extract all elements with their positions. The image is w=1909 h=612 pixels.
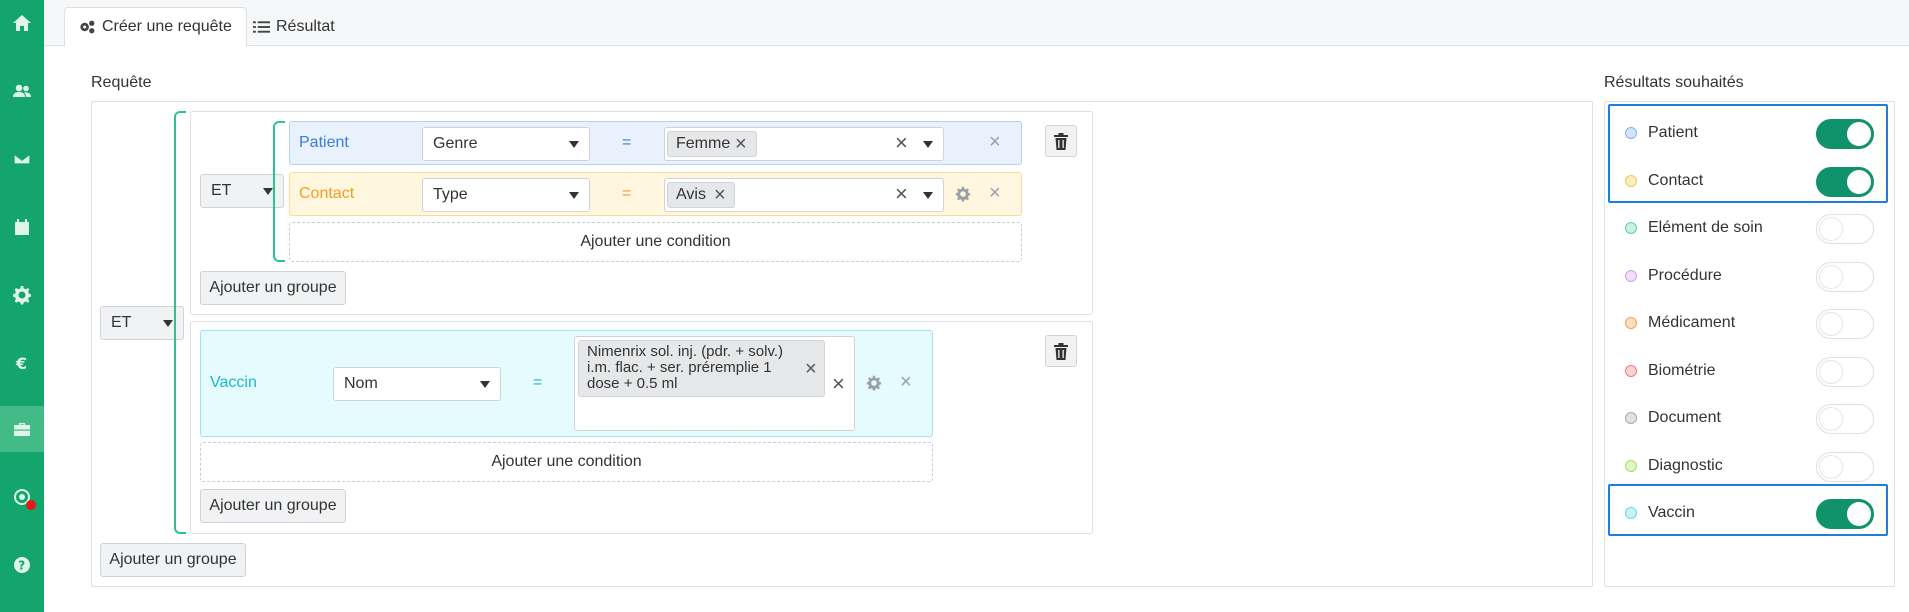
entity-color-dot — [1625, 317, 1637, 329]
condition-settings-icon[interactable] — [955, 186, 971, 202]
entity-color-dot — [1625, 459, 1637, 472]
toggle-knob — [1819, 217, 1843, 241]
root-bracket — [174, 111, 186, 534]
result-label: Médicament — [1648, 314, 1736, 331]
remove-condition-icon[interactable]: × — [989, 183, 1001, 203]
result-row: Diagnostic — [1607, 443, 1877, 489]
entity-color-dot — [1625, 269, 1637, 282]
entity-color-dot — [1625, 412, 1637, 424]
sidebar: € ? — [0, 0, 44, 612]
value-chip: Femme × — [667, 131, 757, 157]
result-row: Médicament — [1607, 300, 1877, 346]
clear-values-icon[interactable]: × — [895, 183, 908, 205]
operator-equals: = — [533, 374, 543, 391]
condition-entity: Contact — [299, 185, 355, 202]
gears-icon — [80, 20, 95, 34]
result-toggle[interactable] — [1816, 309, 1874, 339]
delete-group-button[interactable] — [1045, 125, 1077, 157]
highlight-box — [1608, 484, 1888, 536]
result-row: Elément de soin — [1607, 205, 1877, 251]
entity-color-dot — [1625, 222, 1637, 234]
envelope-icon[interactable] — [0, 136, 44, 182]
add-condition-button[interactable]: Ajouter une condition — [200, 442, 933, 482]
values-dropdown-caret[interactable] — [923, 141, 933, 148]
tab-label: Créer une requête — [102, 18, 232, 35]
result-label: Document — [1648, 409, 1721, 426]
add-root-group-button[interactable]: Ajouter un groupe — [100, 543, 246, 577]
root-operator-select[interactable]: ET — [100, 306, 184, 340]
condition-settings-icon[interactable] — [866, 375, 882, 391]
toggle-knob — [1819, 454, 1843, 479]
calendar-icon[interactable] — [0, 204, 44, 250]
svg-text:?: ? — [18, 559, 25, 573]
svg-text:€: € — [15, 354, 27, 373]
results-label: Résultats souhaités — [1604, 74, 1744, 91]
result-toggle[interactable] — [1816, 451, 1874, 482]
highlight-box — [1608, 104, 1888, 203]
delete-group-button[interactable] — [1045, 335, 1077, 367]
toggle-knob — [1819, 312, 1843, 336]
trash-icon — [1054, 132, 1068, 150]
toggle-knob — [1819, 264, 1843, 289]
toggle-knob — [1819, 359, 1843, 384]
condition-entity: Vaccin — [210, 374, 257, 391]
value-chip: Avis × — [667, 182, 735, 208]
field-select[interactable]: Genre — [422, 127, 590, 161]
help-icon[interactable]: ? — [0, 542, 44, 588]
field-select[interactable]: Nom — [333, 367, 501, 401]
clear-values-icon[interactable]: × — [895, 132, 908, 154]
result-label: Elément de soin — [1648, 219, 1763, 236]
remove-condition-icon[interactable]: × — [900, 372, 912, 392]
euro-icon[interactable]: € — [0, 340, 44, 386]
home-icon[interactable] — [0, 0, 44, 46]
field-select[interactable]: Type — [422, 178, 590, 212]
result-toggle[interactable] — [1816, 261, 1874, 292]
group-1-operator-select[interactable]: ET — [200, 174, 284, 208]
result-label: Biométrie — [1648, 361, 1716, 379]
group-1-bracket — [273, 121, 285, 262]
remove-condition-icon[interactable]: × — [989, 132, 1001, 152]
result-toggle[interactable] — [1816, 356, 1874, 387]
medkit-icon[interactable] — [0, 406, 44, 452]
result-row: Biométrie — [1607, 348, 1877, 394]
result-label: Procédure — [1648, 266, 1722, 284]
clear-values-icon[interactable]: × — [832, 373, 845, 395]
entity-color-dot — [1625, 364, 1637, 377]
remove-chip-icon[interactable]: × — [735, 134, 747, 154]
support-icon[interactable] — [0, 474, 44, 520]
operator-equals: = — [622, 134, 632, 151]
list-icon — [253, 21, 270, 33]
tab-result[interactable]: Résultat — [239, 7, 349, 47]
users-icon[interactable] — [0, 68, 44, 114]
result-row: Procédure — [1607, 253, 1877, 299]
add-group-button[interactable]: Ajouter un groupe — [200, 271, 346, 305]
tab-create-query[interactable]: Créer une requête — [64, 7, 247, 47]
result-row: Document — [1607, 395, 1877, 441]
query-label: Requête — [91, 74, 152, 91]
values-dropdown-caret[interactable] — [923, 192, 933, 199]
remove-chip-icon[interactable]: × — [714, 185, 726, 205]
notification-dot — [26, 500, 36, 510]
result-toggle[interactable] — [1816, 404, 1874, 434]
value-chip: Nimenrix sol. inj. (pdr. + solv.) i.m. f… — [578, 340, 825, 397]
gear-icon[interactable] — [0, 272, 44, 318]
result-toggle[interactable] — [1816, 214, 1874, 244]
remove-chip-icon[interactable]: × — [805, 359, 817, 379]
add-group-button[interactable]: Ajouter un groupe — [200, 489, 346, 523]
tab-label: Résultat — [276, 18, 335, 35]
trash-icon — [1054, 342, 1068, 360]
toggle-knob — [1819, 407, 1843, 431]
condition-entity: Patient — [299, 134, 349, 151]
add-condition-button[interactable]: Ajouter une condition — [289, 222, 1022, 262]
operator-equals: = — [622, 185, 632, 202]
result-label: Diagnostic — [1648, 456, 1723, 474]
